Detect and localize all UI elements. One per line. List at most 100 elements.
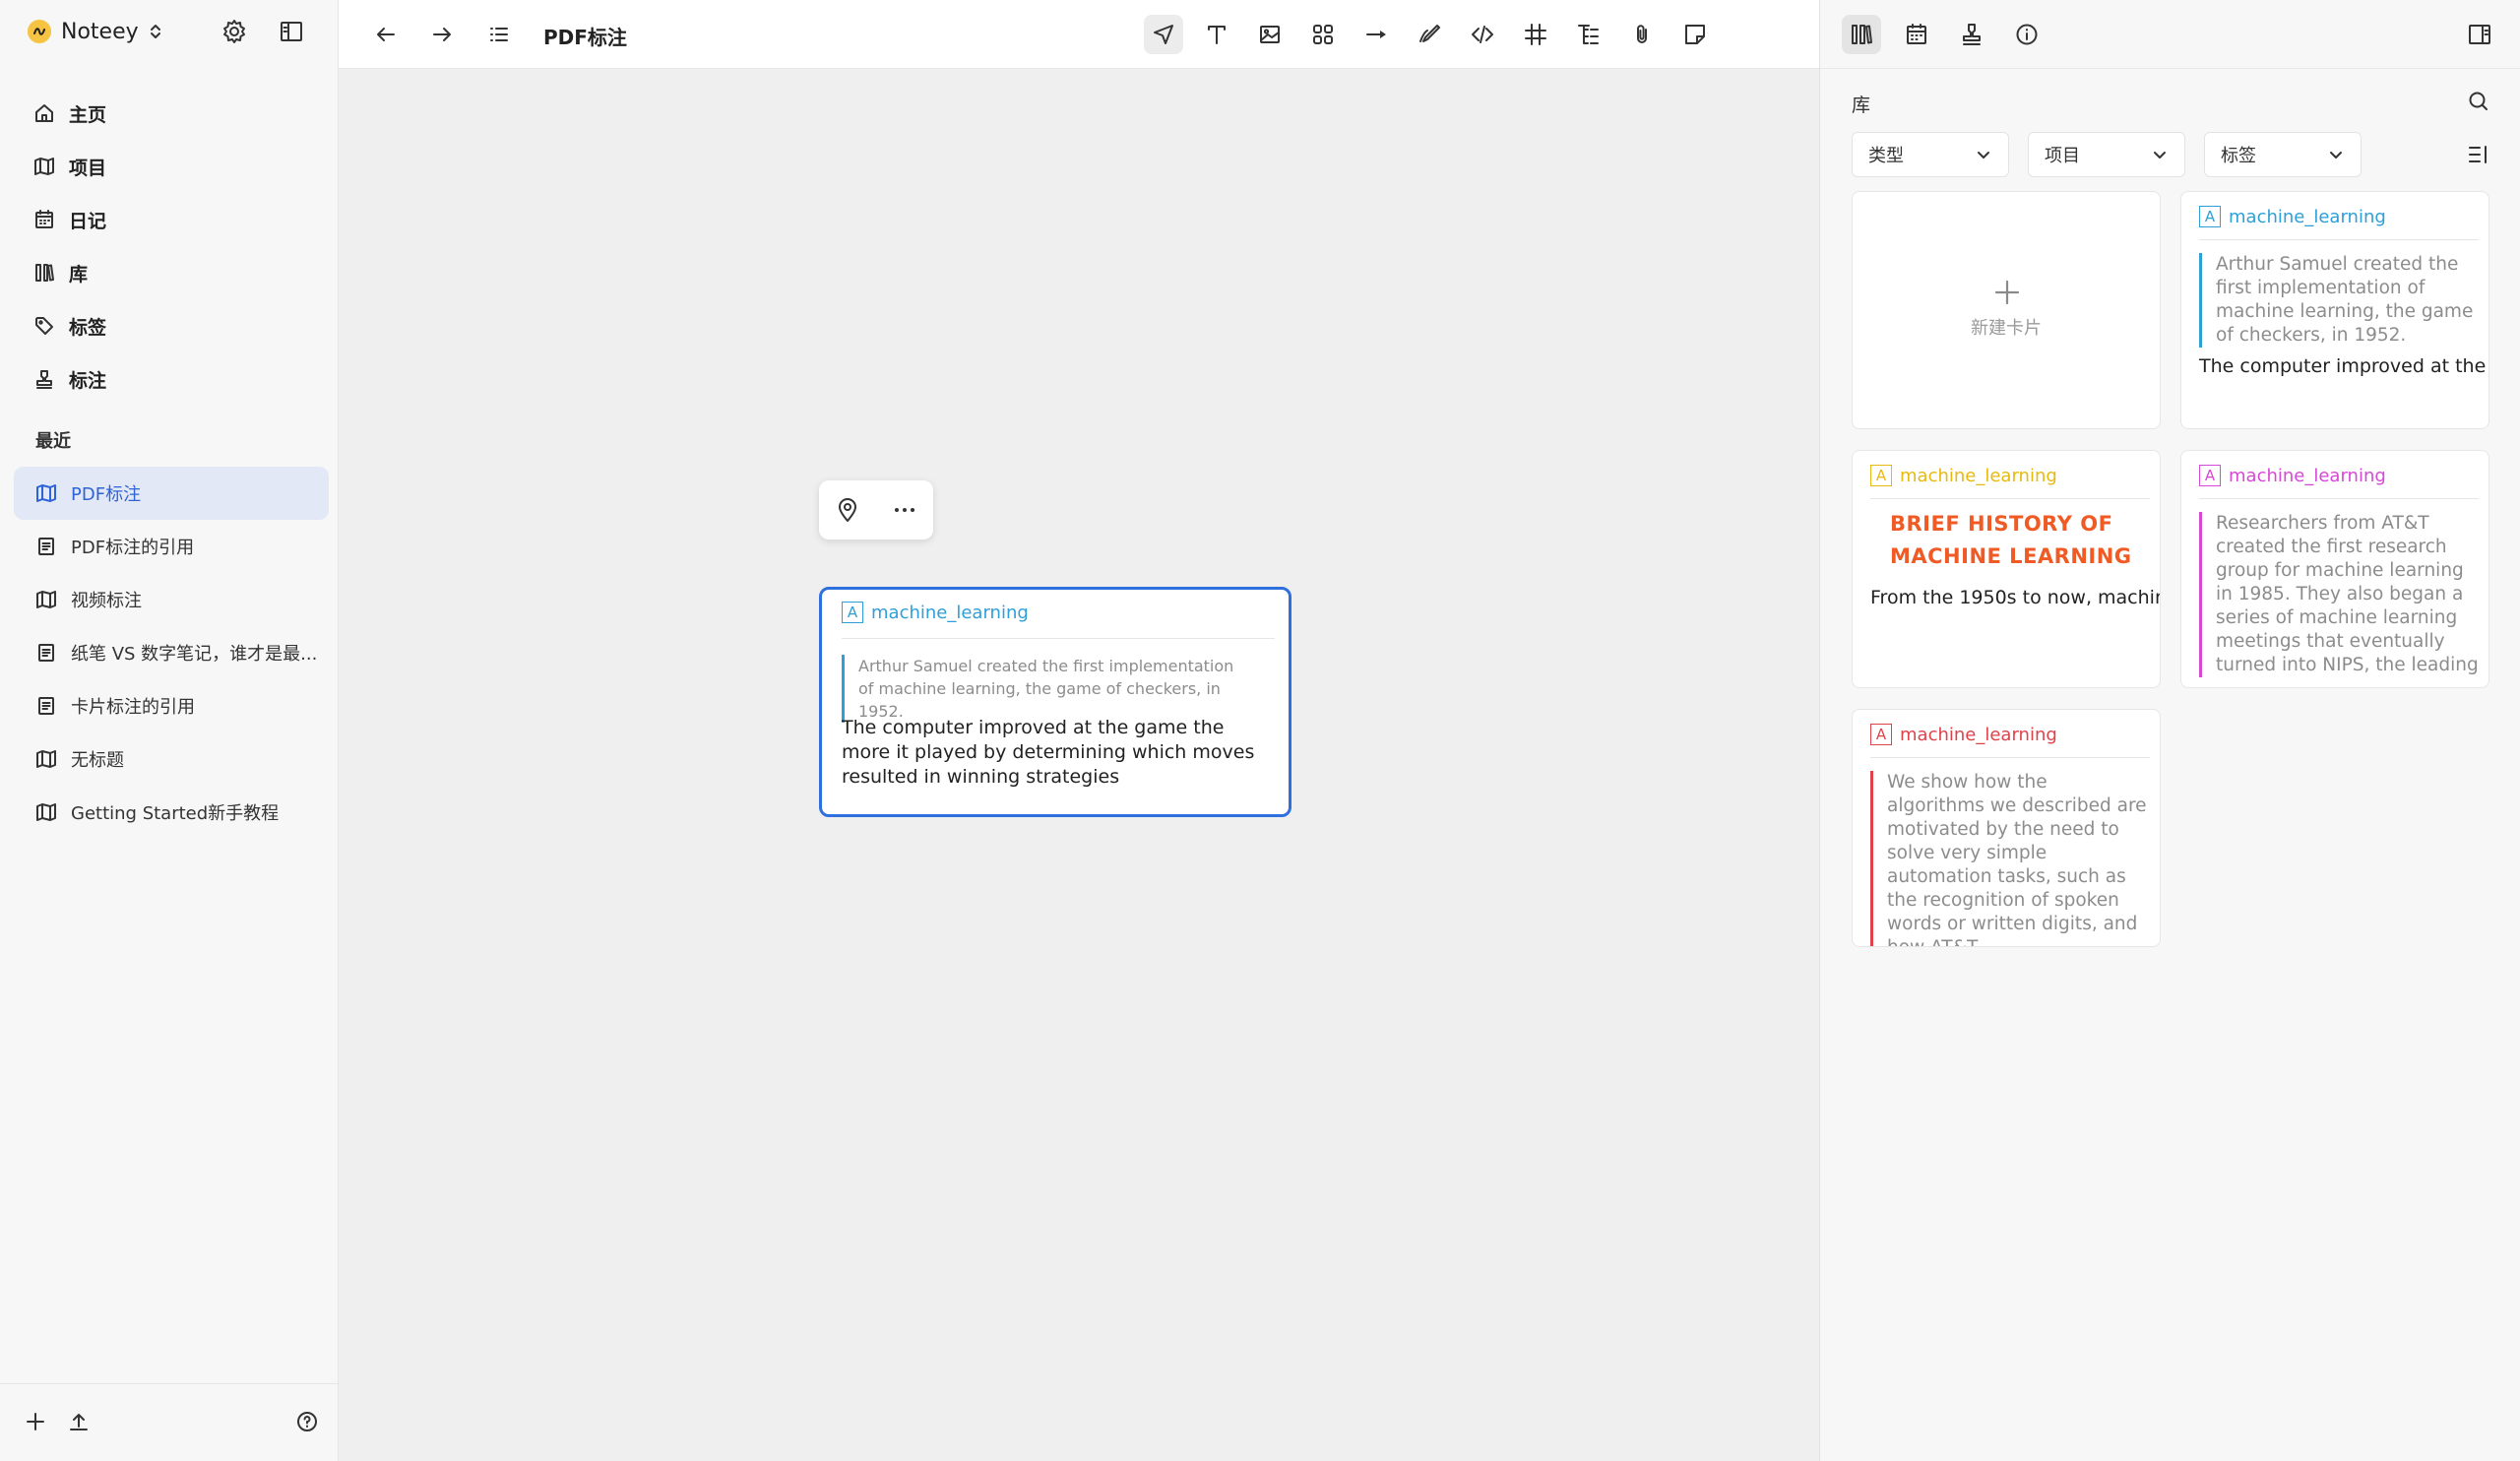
card-tag[interactable]: A machine_learning	[2199, 465, 2386, 486]
sidebar-footer	[0, 1383, 339, 1461]
chevron-down-icon	[1978, 152, 1989, 159]
attachment-tool[interactable]	[1622, 15, 1662, 54]
tab-journal[interactable]	[1897, 15, 1936, 54]
filter-project-select[interactable]: 项目	[2028, 132, 2185, 177]
selected-annotation-card[interactable]: A machine_learning Arthur Samuel created…	[819, 587, 1292, 817]
nav-item-projects[interactable]: 项目	[14, 140, 329, 193]
card-divider	[2199, 498, 2479, 499]
help-button[interactable]	[293, 1408, 321, 1435]
card-divider	[1870, 498, 2150, 499]
card-tag[interactable]: A machine_learning	[1870, 465, 2057, 486]
grid-shapes-icon	[1313, 25, 1333, 44]
search-icon	[2469, 92, 2488, 110]
library-search-button[interactable]	[2466, 89, 2491, 114]
filter-tag-select[interactable]: 标签	[2204, 132, 2362, 177]
tag-label: machine_learning	[1900, 465, 2057, 486]
library-card[interactable]: A machine_learning BRIEF HISTORY OF MACH…	[1852, 450, 2161, 688]
recent-item-label: 视频标注	[71, 591, 142, 611]
document-icon	[38, 538, 54, 555]
library-card[interactable]: A machine_learning We show how the algor…	[1852, 709, 2161, 947]
sort-button[interactable]	[2466, 142, 2491, 167]
code-icon	[1472, 26, 1493, 43]
stamp-icon	[1963, 24, 1981, 45]
locate-button[interactable]	[834, 496, 861, 524]
card-floating-toolbar	[819, 480, 933, 540]
recent-item-label: 卡片标注的引用	[71, 697, 195, 718]
whiteboard-canvas[interactable]: A machine_learning Arthur Samuel created…	[339, 69, 1819, 1461]
workspace-switcher[interactable]: Noteey	[28, 18, 162, 45]
image-tool[interactable]	[1250, 15, 1290, 54]
nav-label: 库	[69, 263, 89, 286]
info-icon	[2016, 24, 2038, 45]
chevron-down-icon	[2154, 152, 2166, 159]
recent-item-card-references[interactable]: 卡片标注的引用	[14, 679, 329, 732]
new-card-button[interactable]: 新建卡片	[1852, 191, 2161, 429]
toggle-sidebar-button[interactable]	[278, 18, 305, 45]
plus-icon	[27, 1413, 44, 1430]
settings-button[interactable]	[220, 18, 248, 45]
nav-item-home[interactable]: 主页	[14, 87, 329, 140]
tab-annotations[interactable]	[1952, 15, 1991, 54]
connector-tool[interactable]	[1356, 15, 1396, 54]
recent-item-label: 无标题	[71, 750, 124, 771]
document-icon	[38, 644, 54, 662]
nav-label: 标注	[69, 369, 107, 392]
card-quote: Researchers from AT&T created the first …	[2199, 512, 2479, 677]
card-tag[interactable]: A machine_learning	[1870, 724, 2057, 745]
back-button[interactable]	[366, 15, 406, 54]
tag-label: machine_learning	[2229, 206, 2386, 227]
library-card[interactable]: A machine_learning Researchers from AT&T…	[2180, 450, 2489, 688]
mindmap-icon	[1578, 25, 1599, 44]
nav-label: 主页	[69, 103, 107, 126]
mindmap-tool[interactable]	[1569, 15, 1608, 54]
forward-button[interactable]	[422, 15, 462, 54]
recent-item-paper-vs-digital[interactable]: 纸笔 VS 数字笔记，谁才是最...	[14, 626, 329, 679]
outline-button[interactable]	[479, 15, 519, 54]
nav-item-library[interactable]: 库	[14, 246, 329, 299]
sidebar-layout-icon	[281, 22, 302, 41]
tab-library[interactable]	[1842, 15, 1881, 54]
card-quote: We show how the algorithms we described …	[1870, 771, 2150, 946]
annotation-badge-icon: A	[1870, 465, 1892, 486]
recent-item-pdf-references[interactable]: PDF标注的引用	[14, 520, 329, 573]
card-tag[interactable]: A machine_learning	[2199, 206, 2386, 227]
nav-label: 日记	[69, 210, 107, 232]
sticky-note-tool[interactable]	[1675, 15, 1715, 54]
frame-tool[interactable]	[1516, 15, 1555, 54]
hash-frame-icon	[1525, 24, 1546, 45]
filter-label: 标签	[2221, 146, 2256, 166]
add-button[interactable]	[22, 1408, 49, 1435]
nav-item-journal[interactable]: 日记	[14, 193, 329, 246]
components-tool[interactable]	[1303, 15, 1343, 54]
recent-item-label: PDF标注的引用	[71, 538, 195, 558]
import-button[interactable]	[65, 1408, 93, 1435]
tag-icon	[35, 317, 53, 335]
tab-info[interactable]	[2007, 15, 2047, 54]
help-circle-icon	[297, 1412, 317, 1431]
sticky-note-icon	[1685, 25, 1705, 44]
nav-item-tags[interactable]: 标签	[14, 299, 329, 352]
select-tool[interactable]	[1144, 15, 1183, 54]
plus-icon	[1994, 280, 2020, 305]
card-note: The computer improved at the game	[2199, 355, 2488, 377]
code-tool[interactable]	[1463, 15, 1502, 54]
panel-right-icon	[2469, 25, 2490, 44]
right-panel: 库 类型 项目 标签 新建卡片 A machine_learning Arthu…	[1819, 0, 2520, 1461]
recent-item-getting-started[interactable]: Getting Started新手教程	[14, 786, 329, 839]
recent-item-untitled[interactable]: 无标题	[14, 732, 329, 786]
arrow-right-icon	[433, 28, 451, 41]
nav-item-annotations[interactable]: 标注	[14, 352, 329, 406]
pen-tool[interactable]	[1410, 15, 1449, 54]
text-tool[interactable]	[1197, 15, 1236, 54]
toggle-right-panel-button[interactable]	[2460, 15, 2499, 54]
card-divider	[1870, 757, 2150, 758]
library-card[interactable]: A machine_learning Arthur Samuel created…	[2180, 191, 2489, 429]
card-tag[interactable]: A machine_learning	[842, 602, 1029, 623]
location-pin-icon	[839, 498, 856, 522]
card-note: The computer improved at the game the mo…	[842, 717, 1255, 788]
recent-item-video-annotation[interactable]: 视频标注	[14, 573, 329, 626]
more-button[interactable]	[891, 496, 918, 524]
stamp-icon	[36, 370, 52, 389]
filter-type-select[interactable]: 类型	[1852, 132, 2009, 177]
recent-item-pdf-annotation[interactable]: PDF标注	[14, 467, 329, 520]
